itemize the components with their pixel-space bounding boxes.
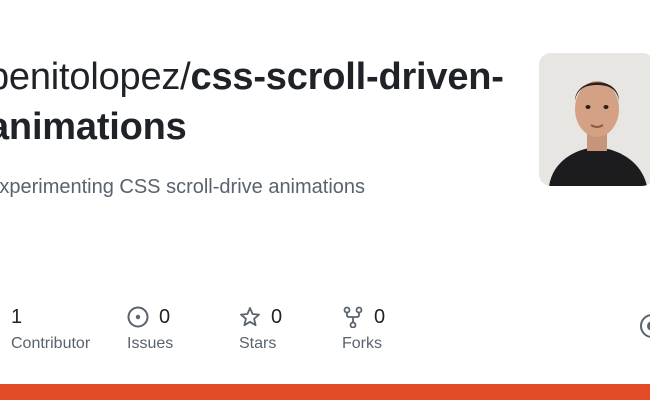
issues-label: Issues [127,335,174,352]
contributors-count: 1 [11,305,23,328]
stat-contributors[interactable]: 1 Contributor [11,303,90,353]
star-icon [239,306,261,328]
fork-icon [342,306,364,329]
repo-owner: benitolopez/ [0,56,191,98]
language-bar [0,384,650,400]
contributors-label: Contributor [11,335,91,352]
stat-forks[interactable]: 0 Forks [342,303,385,353]
stat-stars[interactable]: 0 Stars [239,303,282,353]
github-mark-icon [640,314,650,338]
forks-count: 0 [374,305,386,328]
repo-description: Experimenting CSS scroll-drive animation… [0,176,366,198]
issues-count: 0 [159,305,171,328]
stat-issues[interactable]: 0 Issues [127,303,173,353]
stars-count: 0 [271,305,283,328]
issue-icon [127,306,149,328]
owner-avatar [539,53,650,186]
forks-label: Forks [342,335,382,352]
repo-title: benitolopez/css-scroll-driven-animations [0,52,508,152]
stars-label: Stars [239,335,277,352]
